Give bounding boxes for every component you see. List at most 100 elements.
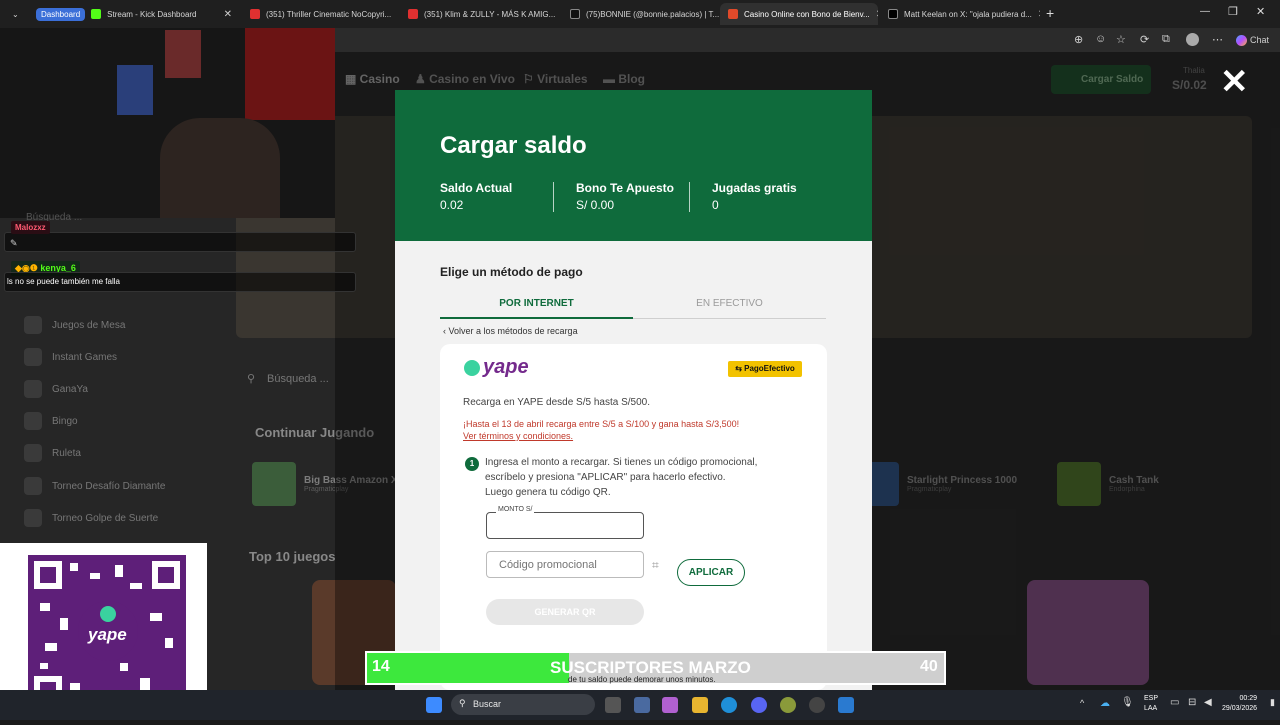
tab-youtube-1[interactable]: (351) Thriller Cinematic NoCopyri... ✕ xyxy=(242,3,397,25)
maximize-icon[interactable]: ❐ xyxy=(1228,5,1238,18)
copilot-chat-button[interactable]: Chat xyxy=(1236,35,1269,47)
tab-label: Stream - Kick Dashboard xyxy=(107,9,197,19)
modal-title: Cargar saldo xyxy=(440,132,587,159)
taskbar-search[interactable]: ⚲ Buscar xyxy=(451,694,595,715)
minimize-icon[interactable]: — xyxy=(1200,6,1210,17)
tab-label: (75)BONNIE (@bonnie.palacios) | T... xyxy=(586,9,720,19)
sub-goal-current: 14 xyxy=(372,658,390,675)
close-modal-icon[interactable]: ✕ xyxy=(1220,62,1249,102)
search-icon: ⚲ xyxy=(247,373,256,385)
file-explorer-icon[interactable] xyxy=(692,697,708,713)
pagoefectivo-badge: ⇆ PagoEfectivo xyxy=(728,361,802,377)
stat-bono: Bono Te Apuesto S/ 0.00 xyxy=(576,181,674,212)
tab-label: (351) Klim & ZULLY - MÁS K AMIG... xyxy=(424,9,556,19)
favorite-star-icon[interactable]: ☆ xyxy=(1116,33,1126,46)
sub-goal-target: 40 xyxy=(920,658,938,675)
notifications-icon[interactable]: ▮ xyxy=(1270,697,1275,708)
sidebar-item-juegos-de-mesa[interactable]: Juegos de Mesa xyxy=(24,316,125,334)
poster-image xyxy=(165,30,201,78)
volume-icon[interactable]: ◀ xyxy=(1204,697,1212,708)
divider xyxy=(689,182,690,212)
language-indicator[interactable]: ESP LAA xyxy=(1144,694,1158,714)
tab-x[interactable]: Matt Keelan on X: "ojala pudiera d... ✕ xyxy=(880,3,1040,25)
yape-logo: yape xyxy=(464,356,529,379)
ganaya-icon xyxy=(24,380,42,398)
generar-qr-button[interactable]: GENERAR QR xyxy=(486,599,644,625)
windows-start-icon[interactable] xyxy=(426,697,442,713)
collections-icon[interactable]: ⧉ xyxy=(1162,33,1170,46)
close-tab-icon[interactable]: ✕ xyxy=(876,9,878,20)
copilot-icon xyxy=(1236,35,1247,47)
tab-kick-dashboard[interactable]: Dashboard Stream - Kick Dashboard ✕ xyxy=(28,3,240,25)
display-icon[interactable]: ▭ xyxy=(1170,697,1179,708)
close-tab-icon[interactable]: ✕ xyxy=(224,9,232,20)
edge-icon[interactable] xyxy=(721,697,737,713)
roulette-icon xyxy=(24,444,42,462)
trophy-icon xyxy=(24,509,42,527)
divider xyxy=(553,182,554,212)
tab-label: Casino Online con Bono de Bienv... xyxy=(744,9,870,19)
tab-list-button[interactable]: ⌄ xyxy=(4,3,24,25)
obs-icon[interactable] xyxy=(809,697,825,713)
network-icon[interactable]: ⊟ xyxy=(1188,697,1196,708)
table-games-icon xyxy=(24,316,42,334)
yape-card: yape ⇆ PagoEfectivo Recarga en YAPE desd… xyxy=(440,344,827,690)
search-icon: ⚲ xyxy=(459,698,466,708)
microphone-icon[interactable]: 🎙 xyxy=(1121,697,1134,708)
streamer-silhouette xyxy=(160,118,280,218)
sidebar-item-instant-games[interactable]: Instant Games xyxy=(24,348,117,366)
terms-link[interactable]: Ver términos y condiciones. xyxy=(463,431,573,441)
zoom-icon[interactable]: ⊕ xyxy=(1074,33,1083,46)
cargar-saldo-modal: Cargar saldo Saldo Actual 0.02 Bono Te A… xyxy=(395,90,872,690)
back-to-methods-link[interactable]: ‹ Volver a los métodos de recarga xyxy=(443,326,578,336)
close-window-icon[interactable]: ✕ xyxy=(1256,5,1265,18)
widgets-icon[interactable] xyxy=(634,697,650,713)
discord-icon[interactable] xyxy=(751,697,767,713)
sidebar-item-bingo[interactable]: Bingo xyxy=(24,412,78,430)
profile-avatar[interactable] xyxy=(1186,33,1199,46)
onedrive-icon[interactable]: ☁ xyxy=(1100,698,1110,709)
sidebar-item-torneo-diamante[interactable]: Torneo Desafío Diamante xyxy=(24,477,165,495)
browser-tab-bar: ⌄ Dashboard Stream - Kick Dashboard ✕ (3… xyxy=(0,0,1280,28)
sub-goal-fill xyxy=(367,653,569,683)
extensions-icon[interactable]: ⟳ xyxy=(1140,33,1149,46)
tab-youtube-2[interactable]: (351) Klim & ZULLY - MÁS K AMIG... ✕ xyxy=(400,3,560,25)
chat-username: Malozxz xyxy=(11,221,50,234)
tab-label: (351) Thriller Cinematic NoCopyri... xyxy=(266,9,392,19)
bingo-icon xyxy=(24,412,42,430)
game-thumbnail xyxy=(252,462,296,506)
sidebar-item-ganaya[interactable]: GanaYa xyxy=(24,380,88,398)
taskbar-clock[interactable]: 00:29 29/03/2026 xyxy=(1222,694,1257,714)
promo-text: ¡Hasta el 13 de abril recarga entre S/5 … xyxy=(463,419,740,429)
chat-message xyxy=(4,232,356,252)
close-tab-icon[interactable]: ✕ xyxy=(1038,9,1040,20)
promo-code-input[interactable] xyxy=(486,551,644,578)
sidebar-item-torneo-golpe[interactable]: Torneo Golpe de Suerte xyxy=(24,509,158,527)
pagoefectivo-icon: ⇆ xyxy=(735,364,745,373)
section-top-10: Top 10 juegos xyxy=(249,549,336,564)
step-instruction: Ingresa el monto a recargar. Si tienes u… xyxy=(485,457,758,468)
tab-group-badge: Dashboard xyxy=(36,7,86,21)
stat-saldo-actual: Saldo Actual 0.02 xyxy=(440,181,513,212)
new-tab-icon[interactable]: + xyxy=(1046,5,1054,21)
tiktok-icon xyxy=(570,9,580,19)
tab-por-internet[interactable]: POR INTERNET xyxy=(440,293,633,319)
copilot-icon[interactable] xyxy=(662,697,678,713)
tab-tiktok[interactable]: (75)BONNIE (@bonnie.palacios) | T... xyxy=(562,3,720,25)
task-view-icon[interactable] xyxy=(605,697,621,713)
app-icon[interactable] xyxy=(780,697,796,713)
diamond-icon xyxy=(24,477,42,495)
app-icon[interactable] xyxy=(838,697,854,713)
pencil-icon: ✎ xyxy=(10,238,18,248)
sidebar-item-ruleta[interactable]: Ruleta xyxy=(24,444,81,462)
payment-method-heading: Elige un método de pago xyxy=(440,265,583,279)
monto-input[interactable] xyxy=(486,512,644,539)
reader-icon[interactable]: ☺ xyxy=(1095,33,1106,45)
aplicar-button[interactable]: APLICAR xyxy=(677,559,745,586)
kick-icon xyxy=(91,9,102,19)
more-menu-icon[interactable]: ⋯ xyxy=(1212,33,1223,46)
tray-expand-icon[interactable]: ^ xyxy=(1080,698,1084,708)
tab-en-efectivo[interactable]: EN EFECTIVO xyxy=(633,293,826,319)
modal-header xyxy=(395,90,872,241)
tab-casino[interactable]: Casino Online con Bono de Bienv... ✕ xyxy=(720,3,878,25)
